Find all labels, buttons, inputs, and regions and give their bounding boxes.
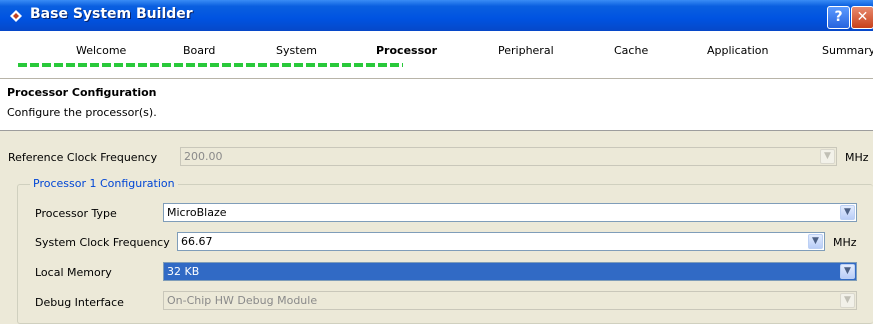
debug-interface-value: On-Chip HW Debug Module [167, 294, 318, 307]
page-title: Processor Configuration [7, 86, 157, 99]
reference-clock-label: Reference Clock Frequency [8, 151, 158, 164]
reference-clock-select: 200.00 ▼ [180, 147, 837, 166]
app-icon [10, 10, 22, 22]
processor-type-value: MicroBlaze [167, 206, 227, 219]
step-welcome: Welcome [76, 44, 127, 57]
chevron-down-icon[interactable]: ▼ [840, 205, 855, 220]
window-title: Base System Builder [30, 6, 193, 22]
system-clock-unit: MHz [833, 236, 857, 249]
page-header: Processor Configuration Configure the pr… [0, 79, 873, 131]
processor-type-label: Processor Type [35, 207, 117, 220]
reference-clock-unit: MHz [845, 151, 869, 164]
wizard-progress-bar [18, 63, 403, 67]
help-button[interactable]: ? [827, 6, 850, 29]
local-memory-select[interactable]: 32 KB ▼ [163, 262, 857, 281]
step-board: Board [183, 44, 216, 57]
step-application: Application [707, 44, 769, 57]
system-clock-select[interactable]: 66.67 ▼ [177, 232, 825, 251]
chevron-down-icon[interactable]: ▼ [840, 264, 855, 279]
page-description: Configure the processor(s). [7, 106, 157, 119]
debug-interface-label: Debug Interface [35, 296, 124, 309]
reference-clock-value: 200.00 [184, 150, 223, 163]
chevron-down-icon: ▼ [820, 149, 835, 164]
chevron-down-icon: ▼ [840, 293, 855, 308]
step-cache: Cache [614, 44, 649, 57]
step-system: System [276, 44, 318, 57]
processor-type-select[interactable]: MicroBlaze ▼ [163, 203, 857, 222]
chevron-down-icon[interactable]: ▼ [808, 234, 823, 249]
group-title: Processor 1 Configuration [30, 177, 178, 190]
wizard-steps: Welcome Board System Processor Periphera… [0, 31, 873, 79]
step-summary: Summary [822, 44, 873, 57]
system-clock-label: System Clock Frequency [35, 236, 170, 249]
step-processor: Processor [376, 44, 438, 57]
local-memory-value: 32 KB [167, 265, 200, 278]
step-peripheral: Peripheral [498, 44, 554, 57]
close-button[interactable]: ✕ [851, 6, 873, 29]
title-bar: Base System Builder ? ✕ [0, 0, 873, 31]
system-clock-value: 66.67 [181, 235, 213, 248]
debug-interface-select: On-Chip HW Debug Module ▼ [163, 291, 857, 310]
local-memory-label: Local Memory [35, 266, 112, 279]
